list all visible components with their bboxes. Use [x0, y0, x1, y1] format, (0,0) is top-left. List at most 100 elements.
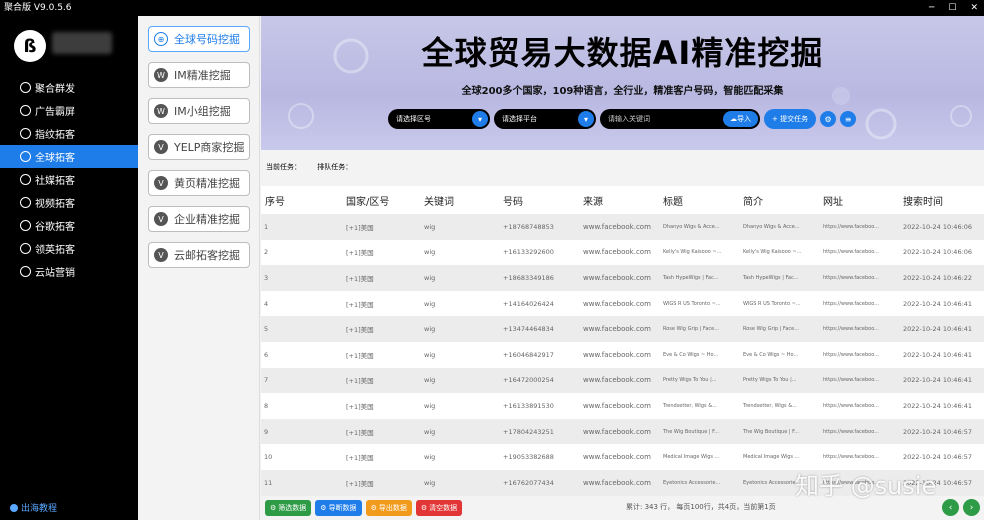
table-cell: 2022-10-24 10:46:41 — [903, 325, 973, 334]
nav-item-icon — [20, 151, 31, 162]
table-row[interactable]: 7 [+1]美国 wig +16472000254 www.facebook.com Pr… — [261, 367, 984, 394]
v-icon: V — [154, 212, 168, 226]
table-cell: Rose Wig Grip | Face... — [743, 326, 799, 333]
nav-item[interactable]: 社媒拓客 — [0, 168, 138, 191]
filter-data-button[interactable]: ⚙ 筛选数据 — [265, 500, 312, 516]
banner-title: 全球贸易大数据AI精准挖掘 — [421, 34, 824, 72]
nav-item[interactable]: 指纹拓客 — [0, 122, 138, 145]
platform-select[interactable]: 请选择平台 ▾ — [494, 109, 596, 129]
table-cell: Medical Image Wigs ... — [743, 454, 800, 461]
filter-data-label: 筛选数据 — [278, 504, 307, 512]
table-cell: Kelly's Wig Kaisooo ~... — [663, 249, 722, 256]
table-cell: [+1]美国 — [346, 274, 374, 283]
next-page-button[interactable]: › — [963, 499, 980, 516]
table-cell: 2022-10-24 10:46:57 — [903, 427, 973, 436]
nav-item-label: 云站营销 — [35, 268, 75, 279]
nav-item-label: 社媒拓客 — [35, 176, 75, 187]
list-icon[interactable]: ≡ — [840, 111, 857, 127]
nav-item-label: 指纹拓客 — [35, 130, 75, 141]
table-cell: www.facebook.com — [583, 453, 651, 462]
prev-page-button[interactable]: ‹ — [942, 499, 959, 516]
nav-item-label: 广告霸屏 — [35, 107, 75, 118]
tutorial-link[interactable]: 出海教程 — [10, 501, 57, 514]
table-cell: www.facebook.com — [583, 401, 651, 410]
clear-data-button[interactable]: ⚙ 清空数据 — [415, 500, 463, 516]
column-header[interactable]: 号码 — [501, 193, 581, 208]
nav-item[interactable]: 聚合群发 — [0, 76, 138, 99]
nav-item[interactable]: 视频拓客 — [0, 191, 138, 214]
nav-item[interactable]: 谷歌拓客 — [0, 214, 138, 237]
table-cell: https://www.faceboo... — [823, 223, 879, 230]
submit-task-label: + 提交任务 — [772, 115, 809, 123]
table-cell: +16133292600 — [503, 248, 554, 257]
country-select[interactable]: 请选择区号 ▾ — [388, 109, 490, 129]
nav-item-icon — [20, 197, 31, 208]
close-icon[interactable]: ✕ — [970, 0, 978, 16]
current-task-label: 当前任务： — [266, 163, 301, 171]
column-header[interactable]: 简介 — [741, 193, 821, 208]
table-cell: Eyetonics Accessorie... — [663, 479, 721, 486]
nav-item[interactable]: 广告霸屏 — [0, 99, 138, 122]
nav-item[interactable]: 领英拓客 — [0, 237, 138, 260]
nav-list: 聚合群发广告霸屏指纹拓客全球拓客社媒拓客视频拓客 谷歌拓客 领英拓客云站营销 — [0, 76, 138, 283]
table-row[interactable]: 9 [+1]美国 wig +17804243251 www.facebook.com Th… — [261, 418, 984, 445]
table-cell: [+1]美国 — [346, 402, 374, 411]
nav-item[interactable]: 全球拓客 — [0, 145, 138, 168]
table-cell: https://www.faceboo... — [823, 377, 879, 384]
submenu-item[interactable]: V 黄页精准挖掘 — [148, 170, 250, 196]
table-cell: www.facebook.com — [583, 248, 651, 257]
table-cell: +17804243251 — [503, 427, 554, 436]
column-header[interactable]: 标题 — [661, 193, 741, 208]
window-controls: ─ ☐ ✕ — [929, 0, 978, 16]
nav-item[interactable]: 云站营销 — [0, 260, 138, 283]
minimize-icon[interactable]: ─ — [929, 0, 934, 16]
table-row[interactable]: 6 [+1]美国 wig +16046842917 www.facebook.com Ev… — [261, 341, 984, 368]
nav-item-icon — [20, 220, 31, 231]
table-cell: [+1]美国 — [346, 479, 374, 488]
export-data-button[interactable]: ⚙ 导出数据 — [365, 500, 412, 516]
column-header[interactable]: 网址 — [821, 193, 901, 208]
column-header[interactable]: 搜索时间 — [901, 193, 984, 208]
submenu-item[interactable]: W IM小组挖掘 — [148, 98, 250, 124]
submenu-item[interactable]: V YELP商家挖掘 — [148, 134, 250, 160]
column-header[interactable]: 序号 — [261, 193, 341, 208]
keyword-input[interactable]: 请输入关键词 ☁ 导入 — [600, 109, 760, 129]
table-cell: wig — [424, 478, 436, 487]
table-cell: wig — [424, 350, 436, 359]
import-data-button[interactable]: ⚙ 导断数据 — [315, 500, 362, 516]
submit-task-button[interactable]: + 提交任务 — [764, 109, 817, 129]
table-row[interactable]: 3 [+1]美国 wig +18683349186 www.facebook.com Ta… — [261, 265, 984, 291]
table-cell: Medical Image Wigs ... — [663, 454, 720, 461]
table-row[interactable]: 1 [+1]美国 wig +18768748853 www.facebook.com Dh… — [261, 214, 984, 240]
table-row[interactable]: 4 [+1]美国 wig +14164026424 www.facebook.com WI… — [261, 290, 984, 317]
column-header[interactable]: 国家/区号 — [341, 193, 421, 208]
country-select-text: 请选择区号 — [396, 115, 431, 123]
maximize-icon[interactable]: ☐ — [948, 0, 956, 16]
submenu-item[interactable]: ⊕ 全球号码挖掘 — [148, 26, 250, 52]
banner-subtitle: 全球200多个国家，109种语言，全行业，精准客户号码，智能匹配采集 — [461, 86, 784, 97]
column-header[interactable]: 来源 — [581, 193, 661, 208]
table-cell: +19053382688 — [503, 453, 554, 462]
nav-item-icon — [20, 105, 31, 116]
table-cell: https://www.faceboo... — [823, 454, 879, 461]
table-cell: [+1]美国 — [346, 428, 374, 437]
table-header: 序号 国家/区号 关键词 号码 来源 标题 简介 网址 搜索时间 — [261, 186, 984, 214]
import-button[interactable]: ☁ 导入 — [723, 111, 758, 127]
table-row[interactable]: 8 [+1]美国 wig +16133891530 www.facebook.com Tr… — [261, 393, 984, 419]
table-cell: wig — [424, 401, 436, 410]
column-header[interactable]: 关键词 — [421, 193, 501, 208]
table-cell: +16762077434 — [503, 478, 554, 487]
logo-mark: ß — [23, 35, 37, 57]
table-cell: 2022-10-24 10:46:06 — [903, 222, 973, 231]
table-cell: Kelly's Wig Kaisooo ~... — [743, 249, 802, 256]
table-cell: wig — [424, 273, 436, 282]
table-cell: The Wig Boutique | F... — [743, 428, 800, 435]
submenu-item[interactable]: W IM精准挖掘 — [148, 62, 250, 88]
settings-icon[interactable]: ⚙ — [820, 111, 837, 127]
submenu-item[interactable]: V 企业精准挖掘 — [148, 206, 250, 232]
submenu-item[interactable]: V 云邮拓客挖掘 — [148, 242, 250, 268]
table-cell: www.facebook.com — [583, 325, 651, 334]
submenu-item-label: 全球号码挖掘 — [174, 33, 240, 46]
table-row[interactable]: 5 [+1]美国 wig +13474464834 www.facebook.com Ro… — [261, 316, 984, 342]
table-row[interactable]: 2 [+1]美国 wig +16133292600 www.facebook.com Ke… — [261, 239, 984, 266]
